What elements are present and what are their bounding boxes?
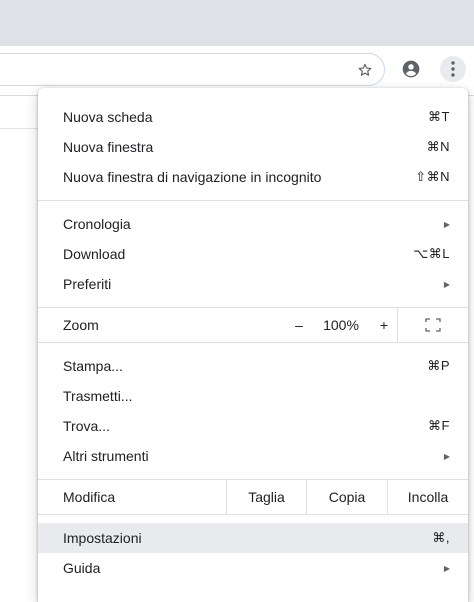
menu-item-label: Altri strumenti bbox=[63, 448, 149, 464]
menu-item-shortcut: ⌘, bbox=[432, 530, 450, 545]
fullscreen-icon[interactable] bbox=[397, 308, 468, 342]
menu-item-label: Guida bbox=[63, 560, 101, 576]
menu-item-shortcut: ⌘T bbox=[428, 109, 450, 124]
menu-item-label: Cronologia bbox=[63, 216, 131, 232]
menu-item-label: Nuova finestra bbox=[63, 139, 154, 155]
menu-item-find[interactable]: Trova... ⌘F bbox=[38, 411, 468, 441]
menu-item-help[interactable]: Guida ▶ bbox=[38, 553, 468, 583]
menu-item-print[interactable]: Stampa... ⌘P bbox=[38, 351, 468, 381]
menu-item-label: Trasmetti... bbox=[63, 388, 133, 404]
menu-separator bbox=[38, 342, 468, 343]
menu-item-label: Stampa... bbox=[63, 358, 123, 374]
menu-item-downloads[interactable]: Download ⌥⌘L bbox=[38, 239, 468, 269]
menu-item-shortcut: ⌘F bbox=[428, 418, 450, 433]
menu-item-label: Nuova scheda bbox=[63, 109, 153, 125]
kebab-menu-icon[interactable] bbox=[440, 56, 466, 82]
submenu-arrow-icon: ▶ bbox=[443, 279, 450, 289]
zoom-out-button[interactable]: – bbox=[287, 308, 311, 342]
menu-item-label: Download bbox=[63, 246, 126, 262]
menu-item-label: Nuova finestra di navigazione in incogni… bbox=[63, 169, 322, 185]
menu-item-shortcut: ⌘N bbox=[426, 139, 450, 154]
menu-item-cast[interactable]: Trasmetti... bbox=[38, 381, 468, 411]
content-divider bbox=[0, 128, 38, 129]
zoom-label: Zoom bbox=[63, 317, 99, 333]
star-icon[interactable] bbox=[354, 59, 376, 81]
menu-item-incognito-window[interactable]: Nuova finestra di navigazione in incogni… bbox=[38, 162, 468, 192]
menu-item-shortcut: ⇧⌘N bbox=[415, 169, 450, 184]
profile-icon[interactable] bbox=[400, 58, 422, 80]
menu-item-label: Preferiti bbox=[63, 276, 112, 292]
menu-item-settings[interactable]: Impostazioni ⌘, bbox=[38, 523, 468, 553]
cut-button[interactable]: Taglia bbox=[226, 480, 306, 514]
menu-separator bbox=[38, 514, 468, 515]
address-bar[interactable] bbox=[0, 53, 385, 86]
zoom-in-button[interactable]: + bbox=[371, 308, 397, 342]
app-menu: Nuova scheda ⌘T Nuova finestra ⌘N Nuova … bbox=[38, 88, 468, 602]
menu-item-shortcut: ⌘P bbox=[427, 358, 450, 373]
menu-item-history[interactable]: Cronologia ▶ bbox=[38, 209, 468, 239]
edit-row: Modifica Taglia Copia Incolla bbox=[38, 480, 468, 514]
menu-item-new-window[interactable]: Nuova finestra ⌘N bbox=[38, 132, 468, 162]
menu-item-label: Impostazioni bbox=[63, 530, 142, 546]
zoom-row: Zoom – 100% + bbox=[38, 308, 468, 342]
edit-label: Modifica bbox=[63, 489, 116, 505]
tab-strip bbox=[0, 0, 474, 46]
zoom-level: 100% bbox=[323, 317, 359, 333]
submenu-arrow-icon: ▶ bbox=[443, 219, 450, 229]
submenu-arrow-icon: ▶ bbox=[443, 563, 450, 573]
menu-item-bookmarks[interactable]: Preferiti ▶ bbox=[38, 269, 468, 299]
menu-item-shortcut: ⌥⌘L bbox=[413, 246, 450, 261]
menu-item-new-tab[interactable]: Nuova scheda ⌘T bbox=[38, 102, 468, 132]
submenu-arrow-icon: ▶ bbox=[443, 451, 450, 461]
menu-separator bbox=[38, 200, 468, 201]
menu-item-more-tools[interactable]: Altri strumenti ▶ bbox=[38, 441, 468, 471]
menu-item-label: Trova... bbox=[63, 418, 110, 434]
paste-button[interactable]: Incolla bbox=[387, 480, 468, 514]
copy-button[interactable]: Copia bbox=[306, 480, 387, 514]
